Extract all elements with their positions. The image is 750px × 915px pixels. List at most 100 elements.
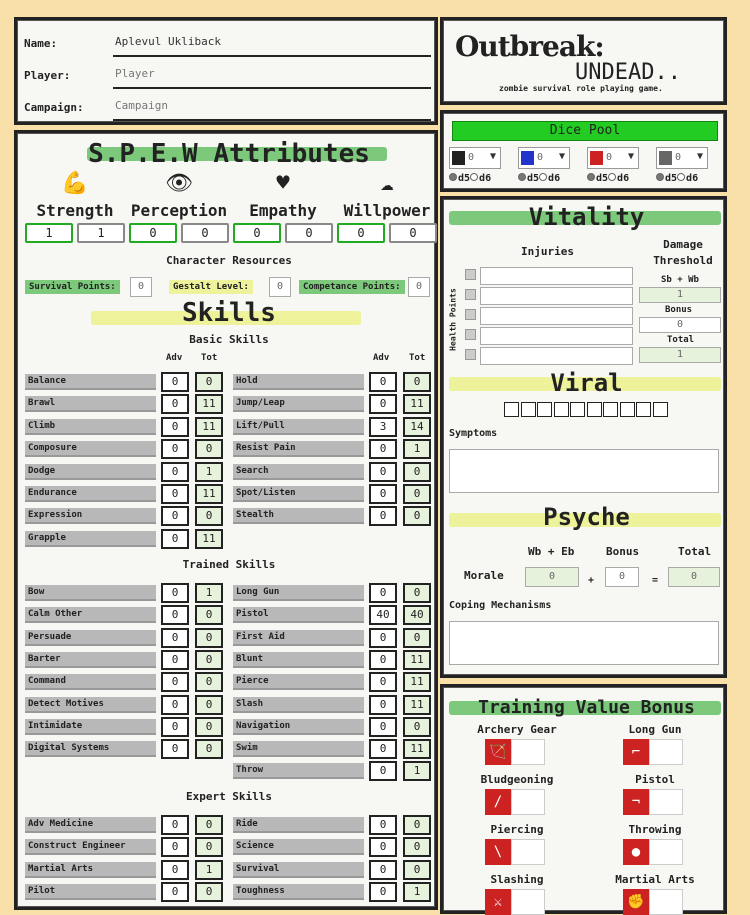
skill-lift-pull[interactable]: Lift/Pull	[233, 418, 364, 435]
vitality-bonus-field[interactable]: 0	[639, 317, 721, 333]
attribute-value-field[interactable]: 0	[129, 223, 177, 243]
skill-throw[interactable]: Throw	[233, 763, 364, 780]
skill-adv-field[interactable]: 40	[369, 605, 397, 626]
skill-adv-field[interactable]: 0	[369, 372, 397, 392]
injury-field[interactable]	[480, 307, 633, 325]
skill-adv-field[interactable]: 0	[161, 881, 189, 902]
skill-calm-other[interactable]: Calm Other	[25, 607, 156, 624]
injury-field[interactable]	[480, 347, 633, 365]
skill-adv-field[interactable]: 0	[369, 815, 397, 835]
viral-checkbox[interactable]	[586, 402, 602, 417]
health-checkbox[interactable]	[465, 349, 476, 360]
skill-balance[interactable]: Balance	[25, 374, 156, 390]
dice-type-radios[interactable]: d5 d6	[518, 173, 560, 184]
skill-jump-leap[interactable]: Jump/Leap	[233, 396, 364, 413]
radio-d5-icon[interactable]	[449, 173, 457, 181]
skill-barter[interactable]: Barter	[25, 651, 156, 668]
skill-first-aid[interactable]: First Aid	[233, 629, 364, 646]
attribute-modifier-field[interactable]: 0	[389, 223, 437, 243]
dice-select[interactable]: 0 ▼	[587, 147, 639, 169]
health-checkbox[interactable]	[465, 269, 476, 280]
skill-dodge[interactable]: Dodge	[25, 463, 156, 480]
skill-hold[interactable]: Hold	[233, 374, 364, 390]
morale-bonus-field[interactable]: 0	[605, 567, 639, 587]
attribute-modifier-field[interactable]: 0	[181, 223, 229, 243]
injury-field[interactable]	[480, 287, 633, 305]
training-value-field[interactable]	[511, 889, 545, 915]
health-checkbox[interactable]	[465, 329, 476, 340]
skill-adv-field[interactable]: 0	[369, 627, 397, 648]
skill-adv-field[interactable]: 0	[161, 461, 189, 482]
dice-select[interactable]: 0 ▼	[518, 147, 570, 169]
dice-type-radios[interactable]: d5 d6	[449, 173, 491, 184]
health-checkbox[interactable]	[465, 309, 476, 320]
skill-adv-field[interactable]: 0	[161, 583, 189, 603]
skill-adv-field[interactable]: 0	[161, 484, 189, 504]
skill-adv-field[interactable]: 0	[161, 739, 189, 760]
coping-mechanisms-textarea[interactable]	[449, 621, 719, 665]
skill-martial-arts[interactable]: Martial Arts	[25, 861, 156, 878]
skill-climb[interactable]: Climb	[25, 418, 156, 435]
dice-type-radios[interactable]: d5 d6	[656, 173, 698, 184]
skill-digital-systems[interactable]: Digital Systems	[25, 741, 156, 758]
skill-adv-field[interactable]: 0	[369, 837, 397, 858]
skill-adv-field[interactable]: 0	[161, 416, 189, 437]
skill-adv-field[interactable]: 0	[369, 649, 397, 670]
skill-adv-field[interactable]: 0	[161, 837, 189, 858]
skill-pistol[interactable]: Pistol	[233, 607, 364, 624]
skill-adv-field[interactable]: 0	[369, 461, 397, 482]
skill-bow[interactable]: Bow	[25, 585, 156, 601]
radio-d5-icon[interactable]	[587, 173, 595, 181]
skill-adv-field[interactable]: 0	[161, 528, 189, 549]
attribute-modifier-field[interactable]: 1	[77, 223, 125, 243]
training-value-field[interactable]	[649, 789, 683, 815]
skill-adv-field[interactable]: 0	[369, 672, 397, 693]
training-value-field[interactable]	[649, 839, 683, 865]
skill-adv-field[interactable]: 0	[369, 394, 397, 415]
gestalt-level-field[interactable]: 0	[269, 277, 291, 297]
skill-adv-field[interactable]: 0	[369, 881, 397, 902]
skill-adv-field[interactable]: 0	[369, 506, 397, 527]
dice-type-radios[interactable]: d5 d6	[587, 173, 629, 184]
training-value-field[interactable]	[649, 739, 683, 765]
skill-adv-field[interactable]: 0	[161, 859, 189, 880]
skill-adv-field[interactable]: 0	[161, 506, 189, 527]
skill-adv-field[interactable]: 0	[369, 859, 397, 880]
skill-construct-engineer[interactable]: Construct Engineer	[25, 839, 156, 856]
skill-adv-field[interactable]: 0	[161, 672, 189, 693]
skill-adv-field[interactable]: 0	[369, 439, 397, 460]
skill-slash[interactable]: Slash	[233, 696, 364, 713]
viral-checkbox[interactable]	[652, 402, 668, 417]
skill-grapple[interactable]: Grapple	[25, 530, 156, 547]
viral-checkbox[interactable]	[619, 402, 635, 417]
training-value-field[interactable]	[511, 839, 545, 865]
skill-adv-field[interactable]: 0	[161, 627, 189, 648]
skill-pierce[interactable]: Pierce	[233, 674, 364, 691]
symptoms-textarea[interactable]	[449, 449, 719, 493]
skill-endurance[interactable]: Endurance	[25, 486, 156, 502]
training-value-field[interactable]	[511, 739, 545, 765]
competence-points-field[interactable]: 0	[408, 277, 430, 297]
viral-checkbox[interactable]	[537, 402, 552, 417]
attribute-value-field[interactable]: 0	[233, 223, 281, 243]
skill-ride[interactable]: Ride	[233, 817, 364, 833]
attribute-value-field[interactable]: 1	[25, 223, 73, 243]
skill-pilot[interactable]: Pilot	[25, 883, 156, 900]
skill-intimidate[interactable]: Intimidate	[25, 718, 156, 735]
skill-survival[interactable]: Survival	[233, 861, 364, 878]
skill-detect-motives[interactable]: Detect Motives	[25, 696, 156, 713]
skill-adv-field[interactable]: 0	[369, 761, 397, 782]
campaign-field[interactable]: Campaign	[113, 97, 431, 121]
skill-resist-pain[interactable]: Resist Pain	[233, 441, 364, 458]
skill-adv-field[interactable]: 0	[161, 815, 189, 835]
viral-checkbox[interactable]	[603, 402, 618, 417]
skill-adv-field[interactable]: 0	[369, 583, 397, 603]
skill-adv-field[interactable]: 0	[161, 439, 189, 460]
skill-adv-field[interactable]: 0	[369, 484, 397, 504]
skill-blunt[interactable]: Blunt	[233, 651, 364, 668]
skill-adv-field[interactable]: 0	[161, 605, 189, 626]
radio-d5-icon[interactable]	[656, 173, 664, 181]
skill-expression[interactable]: Expression	[25, 508, 156, 525]
attribute-value-field[interactable]: 0	[337, 223, 385, 243]
viral-checkbox[interactable]	[553, 402, 569, 417]
